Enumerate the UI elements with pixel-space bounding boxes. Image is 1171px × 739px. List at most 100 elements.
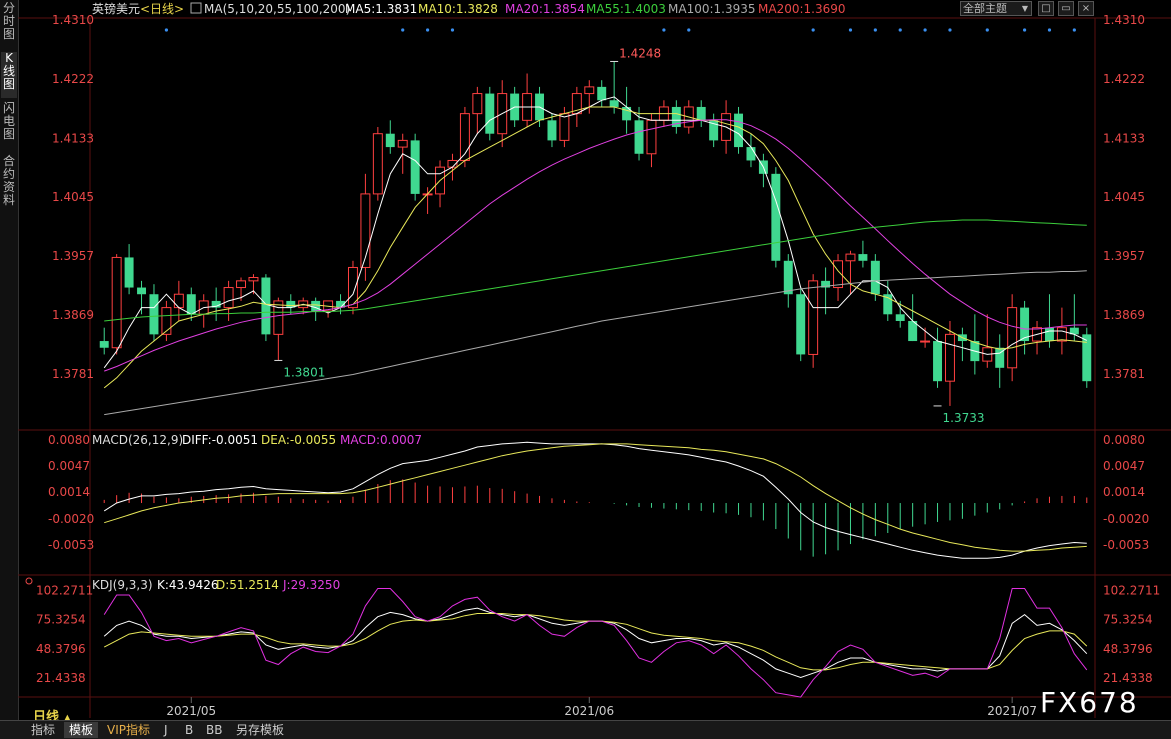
- event-marker: [848, 28, 853, 32]
- bottom-tab[interactable]: J: [159, 722, 173, 738]
- y-tick-right: 1.4310: [1103, 13, 1145, 27]
- macd-y-tick-left: -0.0053: [48, 538, 94, 552]
- candle-body: [944, 333, 955, 382]
- event-marker: [923, 28, 927, 32]
- candle-body: [186, 294, 196, 315]
- macd-y-tick-right: -0.0020: [1103, 512, 1149, 526]
- candle-body: [397, 139, 408, 148]
- bottom-tab[interactable]: 指标: [26, 722, 60, 738]
- y-tick-left: 1.4222: [52, 72, 94, 86]
- theme-select[interactable]: 全部主题 ▼: [960, 1, 1032, 16]
- candle-body: [646, 119, 657, 155]
- macd-line-diff: [103, 441, 1087, 559]
- kdj-y-tick-right: 21.4338: [1103, 671, 1153, 685]
- macd-y-tick-right: -0.0053: [1103, 538, 1149, 552]
- event-marker: [1022, 28, 1027, 32]
- macd-y-tick-right: 0.0014: [1103, 485, 1145, 499]
- kdj-title: KDJ(9,3,3): [92, 578, 153, 592]
- candle-body: [895, 314, 905, 321]
- candle-body: [1056, 327, 1067, 342]
- y-tick-left: 1.4045: [52, 190, 94, 204]
- symbol-name: 英镑美元: [92, 1, 140, 16]
- candle-body: [261, 277, 271, 335]
- macd-y-tick-left: 0.0047: [48, 459, 90, 473]
- ma-params: MA(5,10,20,55,100,200): [204, 2, 350, 16]
- ma-line-ma55: [104, 219, 1087, 322]
- minimize-icon[interactable]: ▭: [1058, 1, 1074, 16]
- bottom-tab[interactable]: BB: [201, 722, 227, 738]
- bottom-tab[interactable]: 模板: [64, 722, 99, 738]
- ma-value: MA200:1.3690: [758, 2, 846, 16]
- candle-body: [372, 133, 383, 195]
- candle-body: [223, 287, 234, 309]
- x-tick-label: 2021/07: [987, 704, 1037, 718]
- candle-body: [1020, 307, 1030, 342]
- event-marker: [985, 28, 989, 32]
- candle-body: [771, 173, 781, 261]
- theme-select-value: 全部主题: [963, 2, 1007, 15]
- candle-body: [1007, 307, 1018, 369]
- candle-body: [920, 340, 931, 343]
- ma-value: MA100:1.3935: [668, 2, 756, 16]
- kdj-y-tick-right: 48.3796: [1103, 642, 1153, 656]
- candle-body: [609, 100, 619, 107]
- event-marker: [662, 28, 666, 32]
- period-label: <日线>: [140, 2, 184, 16]
- kdj-y-tick-left: 48.3796: [36, 642, 86, 656]
- ma-value: MA55:1.4003: [586, 2, 666, 16]
- event-marker: [687, 28, 691, 32]
- candle-body: [547, 120, 557, 141]
- event-marker: [811, 28, 815, 32]
- ma-value: MA10:1.3828: [418, 2, 498, 16]
- kdj-j: J:29.3250: [282, 578, 340, 592]
- macd-diff: DIFF:-0.0051: [182, 433, 258, 447]
- candle-body: [472, 93, 483, 115]
- bottom-toolbar: 指标 模板 VIP指标 J B BB 另存模板: [0, 720, 1171, 739]
- kdj-y-tick-right: 102.2711: [1103, 583, 1160, 597]
- macd-y-tick-right: 0.0047: [1103, 459, 1145, 473]
- kline-chart[interactable]: 英镑美元 <日线> MA(5,10,20,55,100,200)MA5:1.3831…: [0, 0, 1171, 720]
- kdj-line-d: [103, 613, 1088, 671]
- event-marker: [948, 28, 952, 32]
- candle-body: [634, 120, 644, 154]
- extreme-label: 1.4248: [619, 46, 661, 60]
- y-tick-right: 1.4045: [1103, 190, 1145, 204]
- candle-body: [161, 307, 172, 335]
- bottom-tab[interactable]: VIP指标: [102, 722, 155, 738]
- kdj-settings-icon: [25, 577, 33, 585]
- macd-line-dea: [104, 443, 1087, 552]
- kdj-y-tick-left: 21.4338: [36, 671, 86, 685]
- ma-settings-icon: [190, 2, 202, 14]
- candle-body: [111, 256, 122, 349]
- close-icon[interactable]: ×: [1078, 1, 1094, 16]
- candle-body: [1082, 334, 1092, 382]
- ma-value: MA5:1.3831: [345, 2, 417, 16]
- candle-body: [1044, 327, 1054, 342]
- event-marker: [450, 28, 455, 32]
- candle-body: [858, 254, 868, 261]
- candle-body: [933, 341, 943, 382]
- x-tick-label: 2021/06: [564, 704, 614, 718]
- bottom-tab[interactable]: 另存模板: [231, 722, 289, 738]
- candle-body: [559, 113, 570, 141]
- watermark: FX678: [1040, 686, 1139, 719]
- candle-body: [248, 277, 259, 282]
- ma-line-ma5: [103, 96, 1088, 369]
- candle-body: [870, 260, 880, 295]
- candle-body: [385, 133, 395, 148]
- event-marker: [425, 28, 430, 32]
- restore-icon[interactable]: □: [1038, 1, 1054, 16]
- candle-body: [149, 294, 159, 335]
- x-tick-label: 2021/05: [166, 704, 216, 718]
- candle-body: [597, 86, 607, 101]
- macd-value: MACD:0.0007: [340, 433, 422, 447]
- candle-body: [845, 253, 856, 262]
- kdj-y-tick-left: 102.2711: [36, 583, 93, 597]
- bottom-tab[interactable]: B: [180, 722, 198, 738]
- candle-body: [410, 140, 420, 194]
- candle-body: [236, 280, 247, 289]
- extreme-label: 1.3733: [943, 411, 985, 425]
- kdj-line-k: [103, 607, 1088, 679]
- kdj-line-j: [103, 588, 1088, 698]
- candle-body: [783, 260, 793, 295]
